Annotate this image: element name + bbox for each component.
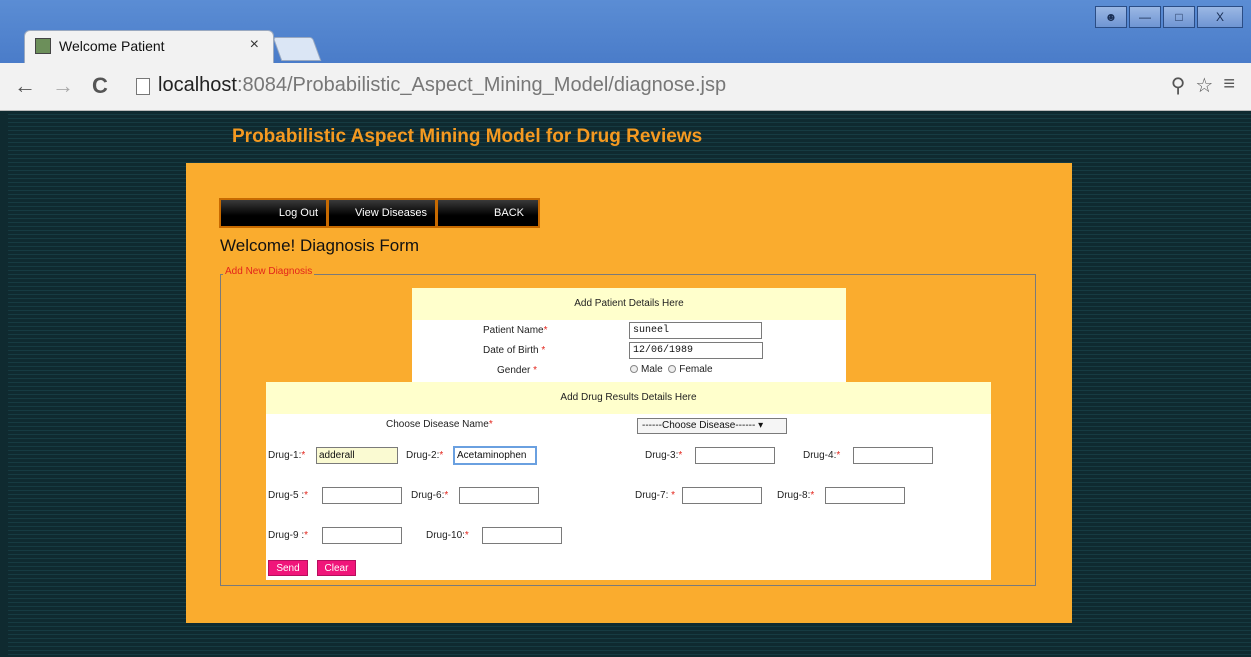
new-tab-button[interactable] [272, 37, 322, 61]
tab-close-icon[interactable]: × [250, 36, 259, 54]
drug-1-input[interactable]: adderall [316, 447, 398, 464]
view-diseases-button[interactable]: View Diseases [329, 200, 435, 226]
gender-female-radio[interactable] [668, 365, 677, 374]
gender-male-label: Male [641, 364, 663, 375]
drug-2-label: Drug-2:* [406, 450, 444, 461]
disease-label: Choose Disease Name* [386, 419, 493, 430]
logout-button[interactable]: Log Out [221, 200, 326, 226]
gender-male-radio[interactable] [630, 365, 638, 374]
gender-female-label: Female [679, 364, 713, 375]
gender-label: Gender * [497, 365, 538, 376]
toolbar-actions: ⚲ ☆ ≡ [1171, 73, 1235, 98]
drug-3-label: Drug-3:* [645, 450, 683, 461]
send-button[interactable]: Send [268, 560, 308, 576]
minimize-button[interactable]: — [1129, 6, 1161, 28]
close-window-button[interactable]: X [1197, 6, 1243, 28]
drug-10-input[interactable] [482, 527, 562, 544]
zoom-out-icon[interactable]: ⚲ [1171, 73, 1186, 98]
page-icon [136, 78, 150, 95]
drug-9-input[interactable] [322, 527, 402, 544]
disease-select-value: ------Choose Disease------ [642, 420, 756, 431]
back-arrow-icon[interactable]: ← [14, 73, 36, 99]
reload-icon[interactable]: C [92, 73, 108, 99]
fieldset-legend: Add New Diagnosis [223, 266, 315, 277]
drug-details-heading: Add Drug Results Details Here [266, 382, 991, 414]
drug-10-label: Drug-10:* [426, 530, 469, 541]
drug-7-label: Drug-7: * [635, 490, 676, 501]
clear-button[interactable]: Clear [317, 560, 356, 576]
browser-tab[interactable]: Welcome Patient × [24, 30, 274, 64]
patient-name-label: Patient Name* [483, 325, 548, 336]
back-button[interactable]: BACK [438, 200, 538, 226]
drug-5-label: Drug-5 :* [268, 490, 309, 501]
favicon-icon [35, 38, 51, 54]
page-title: Probabilistic Aspect Mining Model for Dr… [232, 126, 703, 147]
patient-details-heading: Add Patient Details Here [412, 288, 846, 320]
nav-menu: Log Out View Diseases BACK [219, 198, 540, 228]
form-heading: Welcome! Diagnosis Form [220, 236, 420, 255]
dob-input[interactable]: 12/06/1989 [629, 342, 763, 359]
drug-9-label: Drug-9 :* [268, 530, 309, 541]
dob-label: Date of Birth * [483, 345, 546, 356]
star-icon[interactable]: ☆ [1195, 73, 1213, 98]
forward-arrow-icon[interactable]: → [52, 73, 74, 99]
window-controls: ☻ — □ X [1093, 6, 1243, 30]
drug-4-label: Drug-4:* [803, 450, 841, 461]
drug-6-label: Drug-6:* [411, 490, 449, 501]
drug-5-input[interactable] [322, 487, 402, 504]
user-profile-icon[interactable]: ☻ [1095, 6, 1127, 28]
drug-2-input[interactable]: Acetaminophen [453, 446, 537, 465]
patient-name-input[interactable]: suneel [629, 322, 762, 339]
drug-1-label: Drug-1:* [268, 450, 306, 461]
disease-select[interactable]: ------Choose Disease------ ▾ [637, 418, 787, 434]
drug-8-input[interactable] [825, 487, 905, 504]
maximize-button[interactable]: □ [1163, 6, 1195, 28]
hamburger-icon[interactable]: ≡ [1223, 73, 1235, 98]
drug-6-input[interactable] [459, 487, 539, 504]
drug-8-label: Drug-8:* [777, 490, 815, 501]
drug-3-input[interactable] [695, 447, 775, 464]
address-bar[interactable]: localhost:8084/Probabilistic_Aspect_Mini… [136, 70, 1136, 104]
url-path: :8084/Probabilistic_Aspect_Mining_Model/… [236, 74, 727, 96]
url-host: localhost [158, 74, 237, 96]
tab-title: Welcome Patient [59, 38, 165, 54]
gender-radio-group: Male Female [630, 364, 713, 375]
drug-7-input[interactable] [682, 487, 762, 504]
drug-4-input[interactable] [853, 447, 933, 464]
chevron-down-icon: ▾ [758, 420, 764, 431]
